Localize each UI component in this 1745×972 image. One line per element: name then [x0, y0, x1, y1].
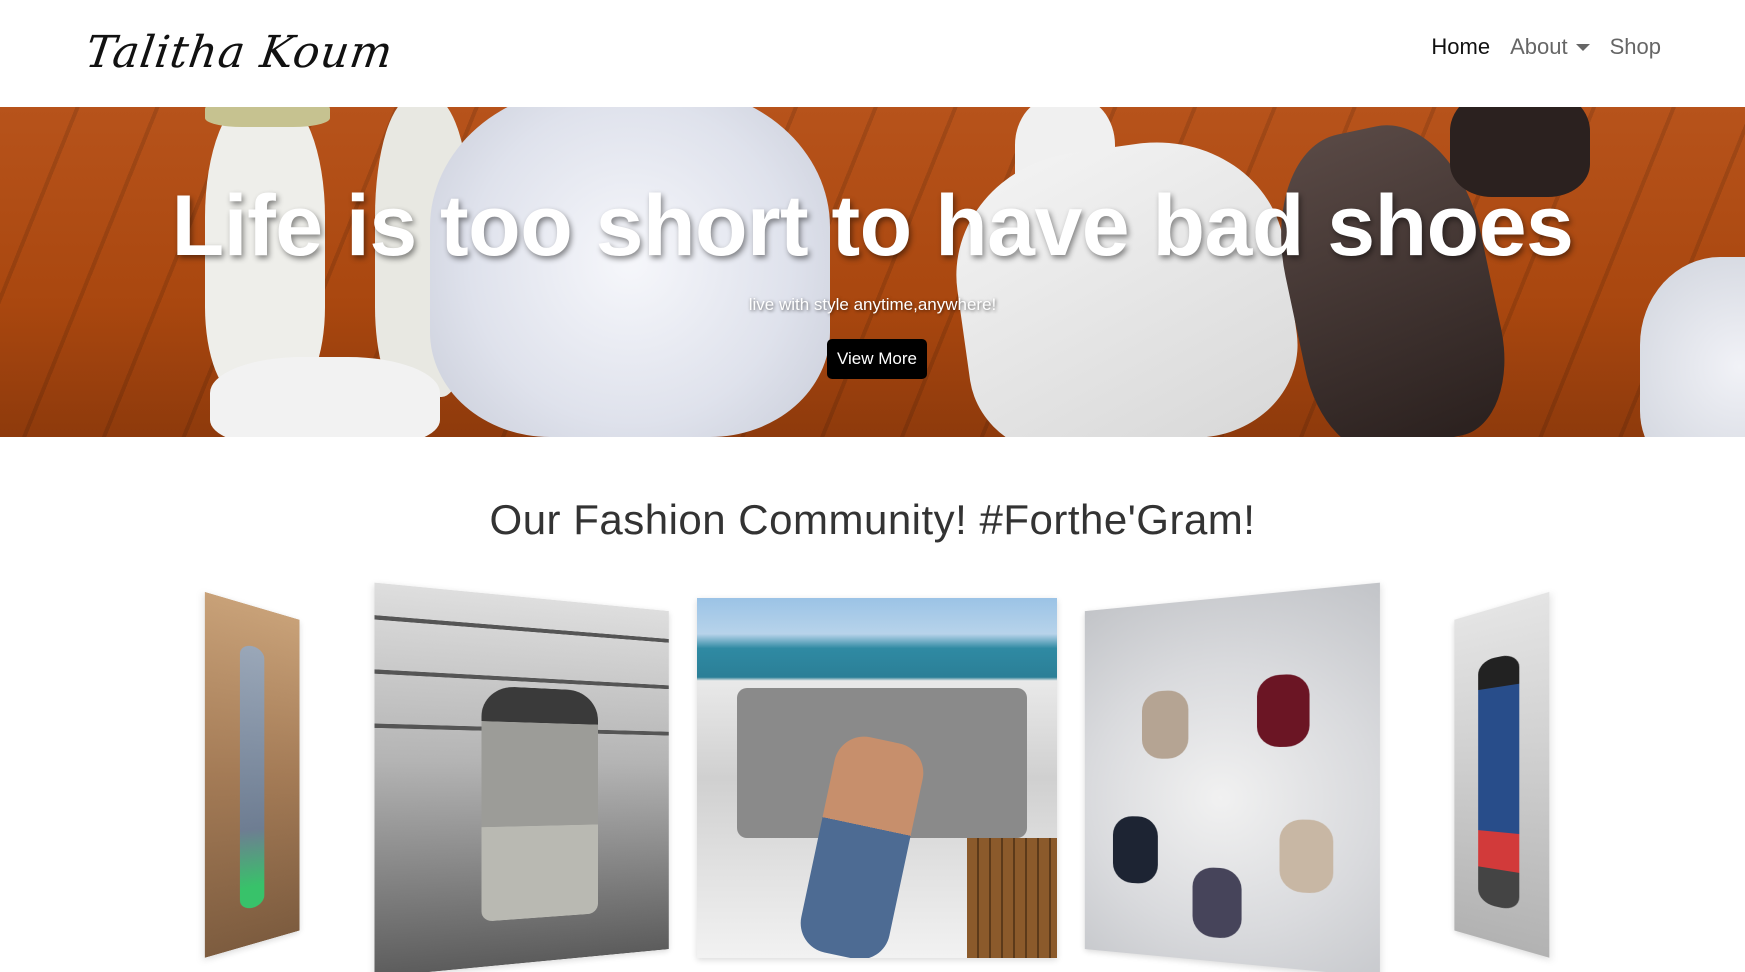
brand-logo[interactable]: Talitha Koum — [80, 8, 399, 98]
shoe-rack — [374, 615, 669, 643]
photo-person — [481, 685, 598, 922]
photo-shoe — [1141, 689, 1189, 759]
nav-link-home[interactable]: Home — [1431, 34, 1490, 60]
nav-link-shop[interactable]: Shop — [1610, 34, 1661, 60]
hero-image-sock-band — [205, 107, 330, 127]
photo-shoe — [1257, 673, 1310, 748]
hero-banner: Life is too short to have bad shoes live… — [0, 107, 1745, 437]
carousel-image[interactable] — [204, 591, 300, 958]
hero-image-sneaker — [940, 125, 1310, 437]
carousel-image[interactable] — [1454, 591, 1550, 958]
view-more-button[interactable]: View More — [827, 339, 927, 379]
community-title: Our Fashion Community! #Forthe'Gram! — [489, 496, 1256, 543]
nav-link-about-label: About — [1510, 34, 1568, 59]
photo-shoe — [1112, 815, 1158, 885]
carousel-image[interactable] — [374, 582, 669, 972]
brand-text: Talitha Koum — [82, 27, 397, 78]
hero-image-shoe — [210, 357, 440, 437]
carousel-image-active[interactable] — [697, 598, 1057, 958]
hero-title: Life is too short to have bad shoes — [171, 178, 1574, 274]
community-carousel[interactable] — [0, 582, 1745, 972]
carousel-image[interactable] — [1084, 582, 1380, 972]
photo-shoe — [1279, 819, 1334, 895]
photo-shoe — [1192, 866, 1242, 940]
chevron-down-icon — [1575, 43, 1590, 51]
shoe-rack — [374, 669, 669, 690]
navbar: Talitha Koum Home About Shop — [0, 0, 1745, 107]
nav-link-about[interactable]: About — [1510, 34, 1590, 60]
hero-subtitle: live with style anytime,anywhere! — [748, 295, 997, 314]
hero-image-pompom — [1640, 257, 1745, 437]
nav-link-shop-label: Shop — [1609, 34, 1661, 59]
nav-link-home-label: Home — [1431, 34, 1491, 59]
nav-menu: Home About Shop — [1431, 34, 1661, 60]
photo-boat-deck — [967, 838, 1057, 958]
